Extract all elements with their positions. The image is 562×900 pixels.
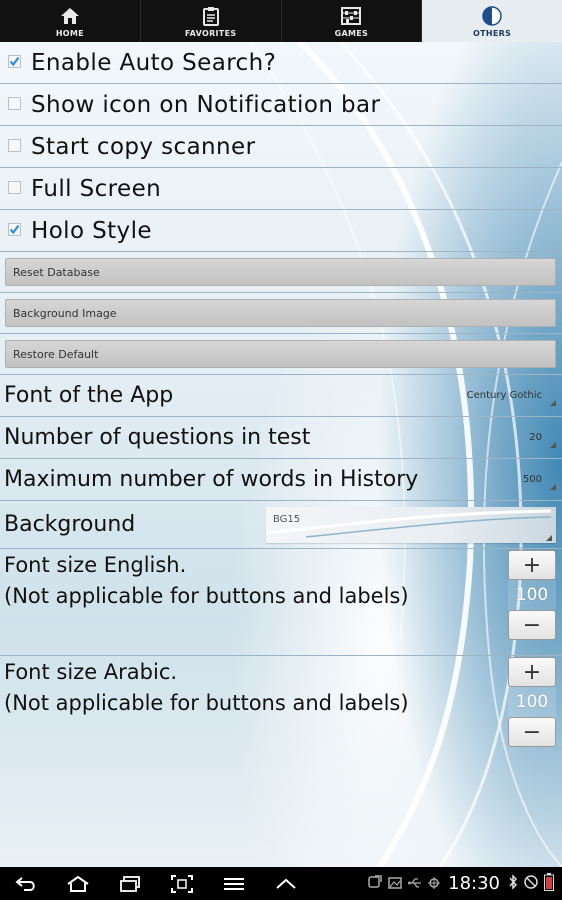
bluetooth-icon <box>508 873 518 894</box>
recent-apps-icon <box>120 875 140 892</box>
font-size-arabic-note: (Not applicable for buttons and labels) <box>4 691 409 715</box>
background-spinner[interactable]: BG15 <box>266 507 556 543</box>
history-spinner[interactable]: 500 <box>517 466 558 494</box>
checkbox-unchecked[interactable] <box>8 139 21 152</box>
setting-full-screen[interactable]: Full Screen <box>0 168 562 210</box>
back-button[interactable] <box>0 867 52 900</box>
top-tab-bar: HOME FAVORITES GAMES OTHERS <box>0 0 562 42</box>
menu-icon <box>224 877 244 890</box>
no-signal-icon <box>524 874 538 893</box>
tab-favorites[interactable]: FAVORITES <box>141 0 282 42</box>
settings-list: Enable Auto Search? Show icon on Notific… <box>0 42 562 763</box>
font-spinner[interactable]: Century Gothic <box>461 382 558 410</box>
setting-font-size-arabic: Font size Arabic. (Not applicable for bu… <box>0 656 562 763</box>
setting-label: Start copy scanner <box>31 133 256 160</box>
dropdown-corner-icon <box>550 483 556 490</box>
reset-database-row: Reset Database <box>0 252 562 293</box>
tab-home[interactable]: HOME <box>0 0 141 42</box>
font-size-english-stepper: + 100 − <box>508 550 556 640</box>
setting-label: Number of questions in test <box>4 425 311 450</box>
reset-database-button[interactable]: Reset Database <box>5 258 556 286</box>
checkbox-unchecked[interactable] <box>8 181 21 194</box>
restore-default-row: Restore Default <box>0 334 562 375</box>
checkbox-checked[interactable] <box>8 55 21 68</box>
recent-apps-button[interactable] <box>104 867 156 900</box>
checkmark-icon <box>9 56 20 67</box>
tab-games[interactable]: GAMES <box>282 0 423 42</box>
up-button[interactable] <box>260 867 312 900</box>
setting-label: Holo Style <box>31 217 152 244</box>
checkbox-checked[interactable] <box>8 223 21 236</box>
setting-copy-scanner[interactable]: Start copy scanner <box>0 126 562 168</box>
home-icon <box>60 5 80 27</box>
tab-others[interactable]: OTHERS <box>422 0 562 42</box>
setting-label: Maximum number of words in History <box>4 467 419 492</box>
setting-label: Full Screen <box>31 175 162 202</box>
setting-background: Background BG15 <box>0 501 562 549</box>
tab-games-label: GAMES <box>334 28 369 38</box>
background-thumbnail-art <box>266 509 552 538</box>
back-icon <box>15 876 35 891</box>
tab-others-label: OTHERS <box>473 28 512 38</box>
tab-favorites-label: FAVORITES <box>184 28 237 38</box>
spinner-value: BG15 <box>273 514 301 525</box>
decrement-button[interactable]: − <box>508 717 556 747</box>
font-size-arabic-stepper: + 100 − <box>508 657 556 747</box>
screenshot-icon <box>171 874 193 893</box>
dropdown-corner-icon <box>550 399 556 406</box>
notification-icon <box>368 874 382 893</box>
system-navigation-bar: 18:30 <box>0 867 562 900</box>
font-size-arabic-title: Font size Arabic. <box>4 660 178 684</box>
stepper-value[interactable]: 100 <box>508 580 556 610</box>
tab-home-label: HOME <box>55 28 84 38</box>
setting-font-size-english: Font size English. (Not applicable for b… <box>0 549 562 656</box>
checkbox-unchecked[interactable] <box>8 97 21 110</box>
chevron-up-icon <box>276 878 296 889</box>
questions-spinner[interactable]: 20 <box>523 424 558 452</box>
font-size-english-title: Font size English. <box>4 553 187 577</box>
screenshot-button[interactable] <box>156 867 208 900</box>
status-area: 18:30 <box>368 872 562 895</box>
background-image-row: Background Image <box>0 293 562 334</box>
home-nav-icon <box>67 875 89 892</box>
abacus-icon <box>341 5 362 27</box>
restore-default-button[interactable]: Restore Default <box>5 340 556 368</box>
pie-icon <box>482 5 502 27</box>
setting-label: Background <box>4 512 136 537</box>
increment-button[interactable]: + <box>508 550 556 580</box>
stepper-value[interactable]: 100 <box>508 687 556 717</box>
setting-show-notification-icon[interactable]: Show icon on Notification bar <box>0 84 562 126</box>
dropdown-corner-icon <box>550 441 556 448</box>
usb-icon <box>408 874 422 893</box>
checkmark-icon <box>9 224 20 235</box>
font-size-english-note: (Not applicable for buttons and labels) <box>4 584 409 608</box>
setting-holo-style[interactable]: Holo Style <box>0 210 562 252</box>
font-size-english-text: Font size English. (Not applicable for b… <box>4 550 409 612</box>
dropdown-corner-icon <box>546 535 552 541</box>
menu-button[interactable] <box>208 867 260 900</box>
home-nav-button[interactable] <box>52 867 104 900</box>
font-size-arabic-text: Font size Arabic. (Not applicable for bu… <box>4 657 409 719</box>
increment-button[interactable]: + <box>508 657 556 687</box>
spinner-value: Century Gothic <box>466 390 542 401</box>
setting-max-history: Maximum number of words in History 500 <box>0 459 562 501</box>
image-notification-icon <box>388 874 402 893</box>
setting-font-of-app: Font of the App Century Gothic <box>0 375 562 417</box>
setting-enable-auto-search[interactable]: Enable Auto Search? <box>0 42 562 84</box>
setting-label: Show icon on Notification bar <box>31 91 381 118</box>
status-clock: 18:30 <box>448 873 500 894</box>
decrement-button[interactable]: − <box>508 610 556 640</box>
clipboard-icon <box>202 5 219 27</box>
spinner-value: 500 <box>522 474 542 485</box>
battery-icon <box>544 872 554 895</box>
spinner-value: 20 <box>529 432 542 443</box>
settings-notification-icon <box>428 874 441 893</box>
setting-number-of-questions: Number of questions in test 20 <box>0 417 562 459</box>
setting-label: Enable Auto Search? <box>31 49 277 76</box>
nav-buttons <box>0 867 312 900</box>
setting-label: Font of the App <box>4 383 174 408</box>
background-image-button[interactable]: Background Image <box>5 299 556 327</box>
